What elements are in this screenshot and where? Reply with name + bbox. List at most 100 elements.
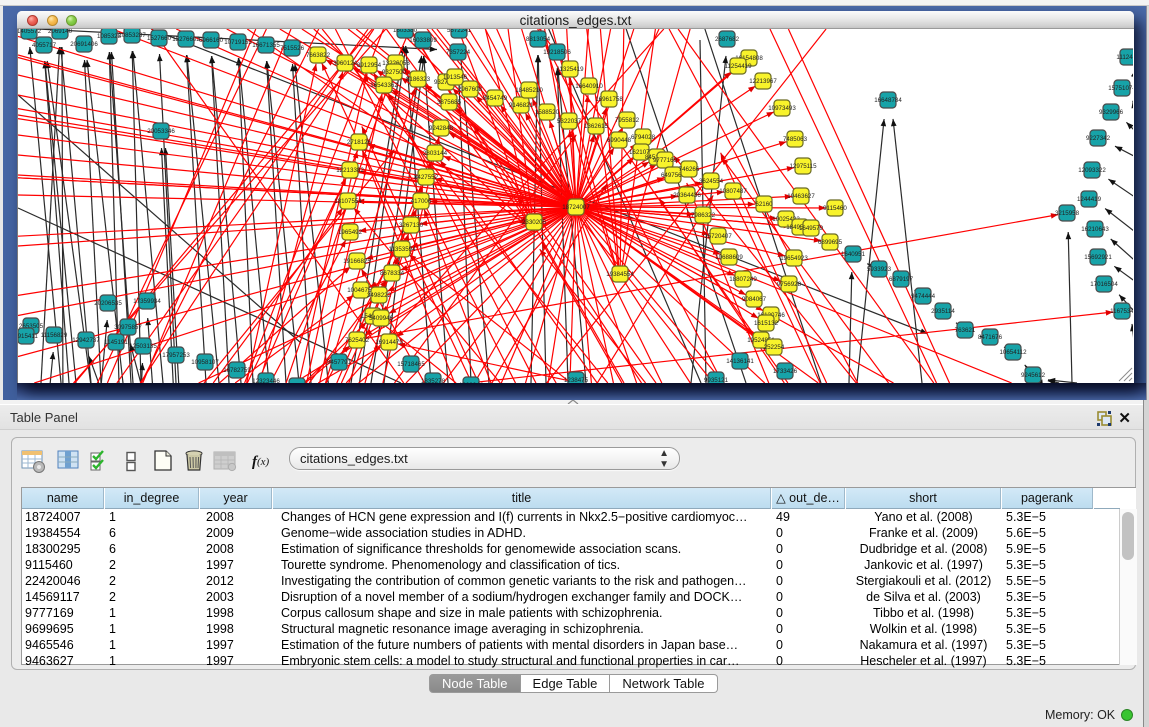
- svg-text:19166825: 19166825: [343, 258, 371, 265]
- svg-text:18485210: 18485210: [515, 87, 543, 94]
- svg-text:19654923: 19654923: [780, 255, 808, 262]
- svg-text:9146821: 9146821: [509, 102, 534, 109]
- svg-text:11353594: 11353594: [388, 246, 416, 253]
- svg-text:1405572: 1405572: [18, 29, 42, 35]
- svg-text:16671355: 16671355: [252, 42, 280, 49]
- svg-text:6879197: 6879197: [889, 276, 914, 283]
- svg-text:746266: 746266: [679, 166, 700, 173]
- svg-text:20053346: 20053346: [147, 128, 175, 135]
- svg-text:17957253: 17957253: [162, 352, 190, 359]
- svg-text:10654112: 10654112: [999, 349, 1027, 356]
- svg-text:16033809: 16033809: [409, 37, 437, 44]
- svg-text:62160: 62160: [755, 201, 773, 208]
- svg-text:2687682: 2687682: [715, 36, 740, 43]
- svg-text:30975857: 30975857: [114, 324, 142, 331]
- svg-text:11325419: 11325419: [556, 66, 584, 73]
- svg-text:1238475: 1238475: [564, 377, 589, 383]
- svg-text:3267130: 3267130: [399, 222, 424, 229]
- svg-text:7515526: 7515526: [280, 45, 305, 52]
- svg-text:9084067: 9084067: [742, 296, 767, 303]
- svg-text:9756928: 9756928: [777, 281, 802, 288]
- svg-text:3960124: 3960124: [333, 60, 358, 67]
- svg-text:9242848: 9242848: [429, 125, 454, 132]
- svg-text:9935121: 9935121: [704, 377, 729, 383]
- svg-text:12942737: 12942737: [72, 337, 100, 344]
- svg-text:10688609: 10688609: [715, 254, 743, 261]
- svg-text:7663822: 7663822: [306, 52, 331, 59]
- svg-text:6990448: 6990448: [607, 137, 632, 144]
- svg-text:5933923: 5933923: [867, 266, 892, 273]
- svg-text:2718126: 2718126: [347, 139, 372, 146]
- svg-text:1835278: 1835278: [421, 378, 446, 383]
- svg-text:1145191: 1145191: [104, 339, 128, 346]
- svg-text:1244419: 1244419: [1077, 196, 1102, 203]
- svg-text:10719155: 10719155: [224, 39, 252, 46]
- svg-text:7485063: 7485063: [783, 136, 808, 143]
- svg-text:8186323: 8186323: [406, 76, 431, 83]
- svg-text:252254: 252254: [764, 344, 785, 351]
- svg-text:417006: 417006: [411, 198, 432, 205]
- svg-text:5572241: 5572241: [447, 29, 472, 34]
- svg-text:1649579: 1649579: [799, 225, 824, 232]
- svg-text:8427552: 8427552: [414, 174, 439, 181]
- svg-text:16914479: 16914479: [375, 339, 403, 346]
- svg-text:10958107: 10958107: [191, 359, 219, 366]
- svg-text:1527660: 1527660: [147, 35, 172, 42]
- svg-text:16961758: 16961758: [595, 96, 623, 103]
- svg-text:16640910: 16640910: [575, 83, 603, 90]
- svg-text:3498222: 3498222: [367, 292, 392, 299]
- svg-text:1965492: 1965492: [338, 229, 363, 236]
- svg-text:20206535: 20206535: [94, 300, 122, 307]
- svg-text:9329966: 9329966: [1099, 109, 1124, 116]
- svg-text:8678334: 8678334: [380, 270, 405, 277]
- svg-text:12213382: 12213382: [336, 167, 364, 174]
- svg-text:2935114: 2935114: [931, 308, 955, 315]
- svg-text:3624554: 3624554: [699, 178, 724, 185]
- svg-text:9777169: 9777169: [653, 157, 678, 164]
- svg-text:16782759: 16782759: [223, 367, 251, 374]
- svg-text:8454749: 8454749: [483, 95, 508, 102]
- svg-text:9457791: 9457791: [327, 359, 352, 366]
- svg-text:9115460: 9115460: [823, 205, 847, 212]
- svg-text:16210643: 16210643: [1081, 226, 1109, 233]
- svg-text:3215958: 3215958: [1055, 210, 1080, 217]
- svg-text:17016504: 17016504: [1090, 281, 1118, 288]
- svg-text:1603380: 1603380: [393, 29, 418, 34]
- svg-text:12503135: 12503135: [129, 343, 157, 350]
- svg-text:2330205: 2330205: [522, 219, 547, 226]
- svg-text:10853287: 10853287: [118, 32, 146, 39]
- svg-text:19384554: 19384554: [606, 271, 634, 278]
- svg-text:8912954: 8912954: [357, 62, 382, 69]
- svg-text:1615132: 1615132: [754, 320, 779, 327]
- svg-text:15276602: 15276602: [172, 36, 200, 43]
- svg-text:2803144: 2803144: [423, 150, 448, 157]
- svg-text:8813054: 8813054: [526, 36, 551, 43]
- svg-text:1202344: 1202344: [459, 382, 484, 383]
- svg-text:5322037: 5322037: [557, 118, 582, 125]
- svg-text:15751074: 15751074: [1108, 85, 1133, 92]
- svg-text:18107554: 18107554: [334, 198, 362, 205]
- svg-text:763621: 763621: [955, 327, 976, 334]
- svg-text:18724007: 18724007: [562, 204, 590, 211]
- svg-text:10973493: 10973493: [768, 105, 796, 112]
- svg-text:12213967: 12213967: [749, 78, 777, 85]
- svg-text:19218506: 19218506: [543, 49, 571, 56]
- svg-text:6899695: 6899695: [818, 239, 843, 246]
- svg-text:9474444: 9474444: [911, 293, 936, 300]
- svg-text:20364436: 20364436: [673, 192, 701, 199]
- svg-text:6966160: 6966160: [199, 37, 224, 44]
- svg-text:3875685: 3875685: [437, 99, 462, 106]
- svg-text:12975115: 12975115: [789, 163, 817, 170]
- svg-text:7986322: 7986322: [691, 212, 716, 219]
- svg-text:10807487: 10807487: [719, 188, 747, 195]
- svg-text:11156829: 11156829: [41, 332, 68, 339]
- svg-text:9327500: 9327500: [382, 69, 407, 76]
- svg-text:12093322: 12093322: [1078, 167, 1106, 174]
- svg-text:20691406: 20691406: [70, 41, 98, 48]
- svg-text:15718465: 15718465: [397, 361, 425, 368]
- svg-text:7625402: 7625402: [345, 337, 370, 344]
- svg-text:(x): (x): [257, 456, 270, 468]
- svg-text:4055717: 4055717: [32, 42, 57, 49]
- svg-text:1733426: 1733426: [773, 368, 798, 375]
- svg-text:1640951: 1640951: [841, 251, 866, 258]
